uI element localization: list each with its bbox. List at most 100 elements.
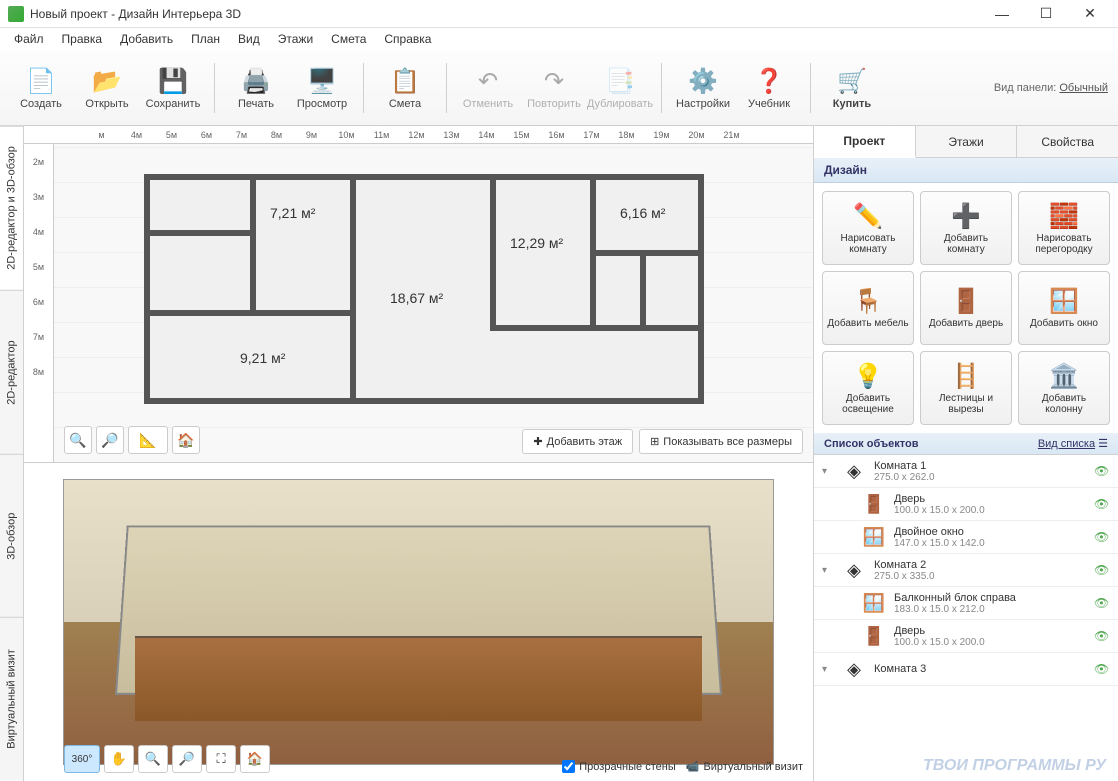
virtual-visit-button[interactable]: 📹 Виртуальный визит — [686, 760, 803, 773]
show-sizes-button[interactable]: ⊞Показывать все размеры — [639, 429, 803, 454]
right-tabs: Проект Этажи Свойства — [814, 126, 1118, 158]
home-button[interactable]: 🏠 — [172, 426, 200, 454]
undo-icon: ↶ — [472, 66, 504, 98]
object-type-icon: ◈ — [842, 558, 866, 582]
add-door-button[interactable]: 🚪Добавить дверь — [920, 271, 1012, 345]
zoom-out-3d-button[interactable]: 🔍 — [138, 745, 168, 773]
redo-icon: ↷ — [538, 66, 570, 98]
list-item[interactable]: 🚪 Дверь 100.0 x 15.0 x 200.0 👁 — [814, 488, 1118, 521]
visibility-icon[interactable]: 👁 — [1094, 563, 1110, 577]
expand-icon: ▾ — [822, 466, 834, 477]
vtab-2d[interactable]: 2D-редактор — [0, 290, 23, 454]
preview-button[interactable]: 🖥️Просмотр — [291, 56, 353, 120]
object-name: Балконный блок справа — [894, 592, 1086, 604]
list-view-mode-link[interactable]: Вид списка — [1038, 438, 1095, 450]
menu-add[interactable]: Добавить — [112, 30, 181, 48]
object-dimensions: 147.0 x 15.0 x 142.0 — [894, 538, 1086, 549]
add-window-button[interactable]: 🪟Добавить окно — [1018, 271, 1110, 345]
ruler-tick: 2м — [24, 144, 53, 179]
menu-floors[interactable]: Этажи — [270, 30, 321, 48]
draw-partition-button[interactable]: 🧱Нарисовать перегородку — [1018, 191, 1110, 265]
tutorial-button[interactable]: ❓Учебник — [738, 56, 800, 120]
room-area-label: 7,21 м² — [270, 205, 315, 221]
menu-edit[interactable]: Правка — [54, 30, 111, 48]
object-name: Дверь — [894, 493, 1086, 505]
object-name: Комната 1 — [874, 460, 1086, 472]
save-icon: 💾 — [157, 66, 189, 98]
list-item[interactable]: ▾ ◈ Комната 1 275.0 x 262.0 👁 — [814, 455, 1118, 488]
room-area-label: 6,16 м² — [620, 205, 665, 221]
visibility-icon[interactable]: 👁 — [1094, 464, 1110, 478]
measure-button[interactable]: 📐 — [128, 426, 168, 454]
vtab-combo[interactable]: 2D-редактор и 3D-обзор — [0, 126, 23, 290]
duplicate-button[interactable]: 📑Дублировать — [589, 56, 651, 120]
visibility-icon[interactable]: 👁 — [1094, 497, 1110, 511]
visibility-icon[interactable]: 👁 — [1094, 662, 1110, 676]
add-furniture-button[interactable]: 🪑Добавить мебель — [822, 271, 914, 345]
ruler-vertical: 2м3м4м5м6м7м8м — [24, 144, 54, 462]
menu-estimate[interactable]: Смета — [323, 30, 374, 48]
titlebar: Новый проект - Дизайн Интерьера 3D — ☐ ✕ — [0, 0, 1118, 28]
tab-properties[interactable]: Свойства — [1017, 126, 1118, 157]
vtab-virtual[interactable]: Виртуальный визит — [0, 617, 23, 781]
tab-project[interactable]: Проект — [814, 126, 916, 158]
toolbar-separator — [363, 63, 364, 113]
menu-help[interactable]: Справка — [376, 30, 439, 48]
print-button[interactable]: 🖨️Печать — [225, 56, 287, 120]
list-item[interactable]: ▾ ◈ Комната 2 275.0 x 335.0 👁 — [814, 554, 1118, 587]
buy-button[interactable]: 🛒Купить — [821, 56, 883, 120]
list-item[interactable]: ▾ ◈ Комната 3 👁 — [814, 653, 1118, 686]
maximize-button[interactable]: ☐ — [1026, 3, 1066, 25]
open-button[interactable]: 📂Открыть — [76, 56, 138, 120]
vtab-3d[interactable]: 3D-обзор — [0, 454, 23, 618]
view-3d-viewport[interactable]: 360° ✋ 🔍 🔎 ⛶ 🏠 Прозрачные стены 📹 Виртуа… — [24, 462, 813, 781]
draw-room-button[interactable]: ✏️Нарисовать комнату — [822, 191, 914, 265]
list-item[interactable]: 🚪 Дверь 100.0 x 15.0 x 200.0 👁 — [814, 620, 1118, 653]
transparent-walls-checkbox[interactable]: Прозрачные стены — [562, 760, 675, 773]
redo-button[interactable]: ↷Повторить — [523, 56, 585, 120]
rotate-360-button[interactable]: 360° — [64, 745, 100, 773]
add-floor-button[interactable]: ✚Добавить этаж — [522, 429, 633, 454]
save-button[interactable]: 💾Сохранить — [142, 56, 204, 120]
plan-2d-viewport[interactable]: 2м3м4м5м6м7м8м 7,21 м² 18,67 м² 12,29 м²… — [24, 144, 813, 462]
list-item[interactable]: 🪟 Балконный блок справа 183.0 x 15.0 x 2… — [814, 587, 1118, 620]
object-type-icon: 🪟 — [862, 525, 886, 549]
pencil-room-icon: ✏️ — [853, 202, 883, 231]
stairs-button[interactable]: 🪜Лестницы и вырезы — [920, 351, 1012, 425]
visibility-icon[interactable]: 👁 — [1094, 596, 1110, 610]
list-icon[interactable]: ☰ — [1098, 438, 1108, 450]
settings-button[interactable]: ⚙️Настройки — [672, 56, 734, 120]
monitor-icon: 🖥️ — [306, 66, 338, 98]
minimize-button[interactable]: — — [982, 3, 1022, 25]
list-item[interactable]: 🪟 Двойное окно 147.0 x 15.0 x 142.0 👁 — [814, 521, 1118, 554]
estimate-button[interactable]: 📋Смета — [374, 56, 436, 120]
floor-plan[interactable]: 7,21 м² 18,67 м² 12,29 м² 6,16 м² 9,21 м… — [144, 174, 704, 404]
menubar: Файл Правка Добавить План Вид Этажи Смет… — [0, 28, 1118, 50]
menu-plan[interactable]: План — [183, 30, 228, 48]
visibility-icon[interactable]: 👁 — [1094, 530, 1110, 544]
panel-mode-link[interactable]: Обычный — [1059, 82, 1108, 94]
menu-view[interactable]: Вид — [230, 30, 268, 48]
add-column-button[interactable]: 🏛️Добавить колонну — [1018, 351, 1110, 425]
zoom-in-3d-button[interactable]: 🔎 — [172, 745, 202, 773]
undo-button[interactable]: ↶Отменить — [457, 56, 519, 120]
object-name: Дверь — [894, 625, 1086, 637]
menu-file[interactable]: Файл — [6, 30, 52, 48]
visibility-icon[interactable]: 👁 — [1094, 629, 1110, 643]
fit-button[interactable]: ⛶ — [206, 745, 236, 773]
design-button-grid: ✏️Нарисовать комнату ➕Добавить комнату 🧱… — [814, 183, 1118, 433]
close-button[interactable]: ✕ — [1070, 3, 1110, 25]
add-room-button[interactable]: ➕Добавить комнату — [920, 191, 1012, 265]
home-3d-button[interactable]: 🏠 — [240, 745, 270, 773]
panel-mode-label: Вид панели: Обычный — [994, 82, 1108, 94]
zoom-out-button[interactable]: 🔍 — [64, 426, 92, 454]
add-lighting-button[interactable]: 💡Добавить освещение — [822, 351, 914, 425]
pan-button[interactable]: ✋ — [104, 745, 134, 773]
expand-icon: ▾ — [822, 565, 834, 576]
zoom-in-button[interactable]: 🔎 — [96, 426, 124, 454]
create-button[interactable]: 📄Создать — [10, 56, 72, 120]
ruler-tick: 9м — [294, 130, 329, 140]
object-dimensions: 275.0 x 262.0 — [874, 472, 1086, 483]
window-icon: 🪟 — [1049, 287, 1079, 316]
tab-floors[interactable]: Этажи — [916, 126, 1018, 157]
